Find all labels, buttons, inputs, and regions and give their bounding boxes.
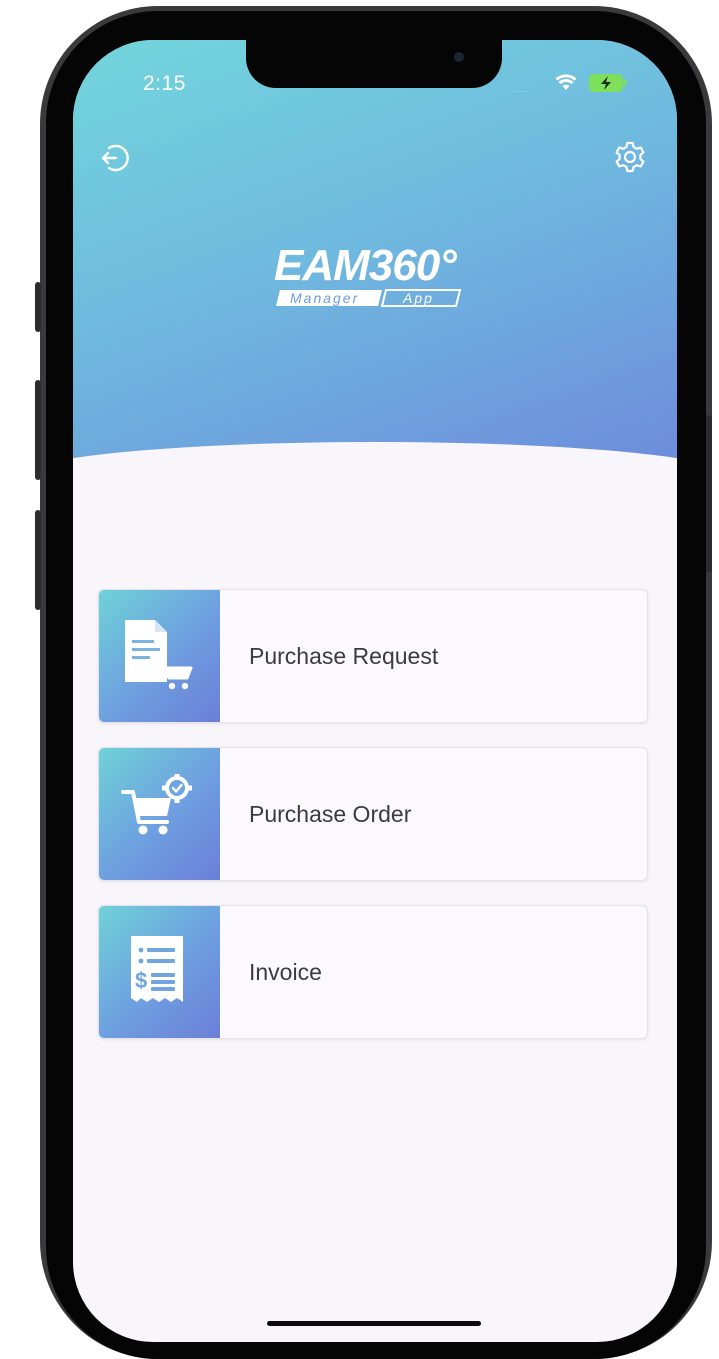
invoice-icon: $ xyxy=(131,936,183,1002)
purchase-order-icon xyxy=(121,774,192,835)
menu-icon-box: $ xyxy=(99,906,220,1038)
svg-text:$: $ xyxy=(135,968,147,993)
logo-app-tag: App xyxy=(402,290,434,306)
app-screen: 2:15 .... EAM360° Manager App Purchase R… xyxy=(73,40,677,1342)
volume-up-button xyxy=(35,380,41,480)
signal-indicator: .... xyxy=(513,84,529,95)
menu-item-label: Invoice xyxy=(249,959,322,985)
notch xyxy=(246,40,502,88)
menu-item-label: Purchase Order xyxy=(249,801,412,827)
logo-manager-tag: Manager xyxy=(290,290,359,306)
front-camera xyxy=(454,52,464,62)
status-time: 2:15 xyxy=(143,72,186,95)
main-menu: Purchase Request Purchase Order $ Invoic… xyxy=(98,589,648,1063)
menu-item-invoice[interactable]: $ Invoice xyxy=(98,905,648,1039)
mute-switch xyxy=(35,282,41,332)
power-button xyxy=(706,415,712,573)
eam360-logo-graphic: EAM360° Manager App xyxy=(274,241,462,307)
gear-icon[interactable] xyxy=(612,139,648,175)
phone-device: 2:15 .... EAM360° Manager App Purchase R… xyxy=(0,0,719,1359)
menu-icon-box xyxy=(99,748,220,880)
battery-charging-icon xyxy=(589,74,627,92)
menu-icon-box xyxy=(99,590,220,722)
logout-icon[interactable] xyxy=(95,140,131,176)
menu-item-label: Purchase Request xyxy=(249,643,439,669)
menu-item-purchase-order[interactable]: Purchase Order xyxy=(98,747,648,881)
volume-down-button xyxy=(35,510,41,610)
menu-item-purchase-request[interactable]: Purchase Request xyxy=(98,589,648,723)
app-logo: EAM360° Manager App xyxy=(270,240,476,312)
purchase-request-icon xyxy=(125,620,193,690)
wifi-icon xyxy=(555,74,577,90)
home-indicator[interactable] xyxy=(267,1321,481,1326)
status-icons: .... xyxy=(513,72,643,100)
logo-brand-text: EAM360° xyxy=(274,241,457,290)
